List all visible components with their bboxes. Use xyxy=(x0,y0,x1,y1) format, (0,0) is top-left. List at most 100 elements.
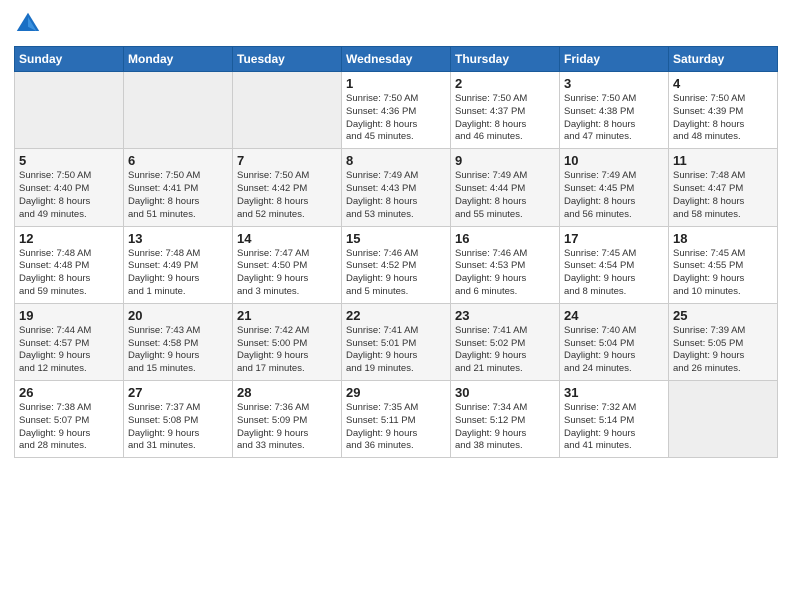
day-info: Sunrise: 7:40 AM Sunset: 5:04 PM Dayligh… xyxy=(564,325,664,376)
day-info: Sunrise: 7:39 AM Sunset: 5:05 PM Dayligh… xyxy=(673,325,773,376)
day-info: Sunrise: 7:36 AM Sunset: 5:09 PM Dayligh… xyxy=(237,402,337,453)
day-info: Sunrise: 7:46 AM Sunset: 4:53 PM Dayligh… xyxy=(455,248,555,299)
day-info: Sunrise: 7:41 AM Sunset: 5:02 PM Dayligh… xyxy=(455,325,555,376)
day-cell xyxy=(669,381,778,458)
day-info: Sunrise: 7:41 AM Sunset: 5:01 PM Dayligh… xyxy=(346,325,446,376)
day-info: Sunrise: 7:42 AM Sunset: 5:00 PM Dayligh… xyxy=(237,325,337,376)
day-cell: 9 Sunrise: 7:49 AM Sunset: 4:44 PM Daylig… xyxy=(451,149,560,226)
day-number: 9 xyxy=(455,153,555,168)
day-number: 1 xyxy=(346,76,446,91)
day-cell: 26 Sunrise: 7:38 AM Sunset: 5:07 PM Dayli… xyxy=(15,381,124,458)
day-info: Sunrise: 7:50 AM Sunset: 4:36 PM Dayligh… xyxy=(346,93,446,144)
week-row-4: 26 Sunrise: 7:38 AM Sunset: 5:07 PM Dayli… xyxy=(15,381,778,458)
day-number: 10 xyxy=(564,153,664,168)
day-info: Sunrise: 7:48 AM Sunset: 4:47 PM Dayligh… xyxy=(673,170,773,221)
day-number: 14 xyxy=(237,231,337,246)
day-info: Sunrise: 7:50 AM Sunset: 4:37 PM Dayligh… xyxy=(455,93,555,144)
day-cell: 20 Sunrise: 7:43 AM Sunset: 4:58 PM Dayli… xyxy=(124,303,233,380)
day-info: Sunrise: 7:50 AM Sunset: 4:41 PM Dayligh… xyxy=(128,170,228,221)
day-info: Sunrise: 7:44 AM Sunset: 4:57 PM Dayligh… xyxy=(19,325,119,376)
day-cell: 30Sunrise: 7:34 AM Sunset: 5:12 PM Dayli… xyxy=(451,381,560,458)
day-number: 7 xyxy=(237,153,337,168)
week-row-3: 19 Sunrise: 7:44 AM Sunset: 4:57 PM Dayli… xyxy=(15,303,778,380)
week-row-0: 1 Sunrise: 7:50 AM Sunset: 4:36 PM Daylig… xyxy=(15,72,778,149)
day-cell: 18Sunrise: 7:45 AM Sunset: 4:55 PM Dayli… xyxy=(669,226,778,303)
header xyxy=(14,10,778,38)
day-number: 24 xyxy=(564,308,664,323)
day-cell: 17 Sunrise: 7:45 AM Sunset: 4:54 PM Dayli… xyxy=(560,226,669,303)
day-cell: 19 Sunrise: 7:44 AM Sunset: 4:57 PM Dayli… xyxy=(15,303,124,380)
day-cell xyxy=(233,72,342,149)
day-cell: 5 Sunrise: 7:50 AM Sunset: 4:40 PM Daylig… xyxy=(15,149,124,226)
day-number: 4 xyxy=(673,76,773,91)
logo-icon xyxy=(14,10,42,38)
day-cell: 13Sunrise: 7:48 AM Sunset: 4:49 PM Dayli… xyxy=(124,226,233,303)
day-cell: 11Sunrise: 7:48 AM Sunset: 4:47 PM Dayli… xyxy=(669,149,778,226)
day-info: Sunrise: 7:45 AM Sunset: 4:55 PM Dayligh… xyxy=(673,248,773,299)
day-info: Sunrise: 7:38 AM Sunset: 5:07 PM Dayligh… xyxy=(19,402,119,453)
day-info: Sunrise: 7:35 AM Sunset: 5:11 PM Dayligh… xyxy=(346,402,446,453)
day-cell: 22 Sunrise: 7:41 AM Sunset: 5:01 PM Dayli… xyxy=(342,303,451,380)
page: SundayMondayTuesdayWednesdayThursdayFrid… xyxy=(0,0,792,612)
day-number: 25 xyxy=(673,308,773,323)
day-cell: 23Sunrise: 7:41 AM Sunset: 5:02 PM Dayli… xyxy=(451,303,560,380)
day-number: 13 xyxy=(128,231,228,246)
calendar-header: SundayMondayTuesdayWednesdayThursdayFrid… xyxy=(15,47,778,72)
weekday-saturday: Saturday xyxy=(669,47,778,72)
week-row-1: 5 Sunrise: 7:50 AM Sunset: 4:40 PM Daylig… xyxy=(15,149,778,226)
day-cell: 3Sunrise: 7:50 AM Sunset: 4:38 PM Daylig… xyxy=(560,72,669,149)
day-number: 29 xyxy=(346,385,446,400)
day-cell: 6 Sunrise: 7:50 AM Sunset: 4:41 PM Daylig… xyxy=(124,149,233,226)
day-cell: 25 Sunrise: 7:39 AM Sunset: 5:05 PM Dayli… xyxy=(669,303,778,380)
day-info: Sunrise: 7:50 AM Sunset: 4:42 PM Dayligh… xyxy=(237,170,337,221)
day-info: Sunrise: 7:50 AM Sunset: 4:40 PM Dayligh… xyxy=(19,170,119,221)
day-info: Sunrise: 7:49 AM Sunset: 4:43 PM Dayligh… xyxy=(346,170,446,221)
day-number: 17 xyxy=(564,231,664,246)
day-info: Sunrise: 7:43 AM Sunset: 4:58 PM Dayligh… xyxy=(128,325,228,376)
day-number: 27 xyxy=(128,385,228,400)
day-number: 2 xyxy=(455,76,555,91)
day-info: Sunrise: 7:47 AM Sunset: 4:50 PM Dayligh… xyxy=(237,248,337,299)
calendar-body: 1 Sunrise: 7:50 AM Sunset: 4:36 PM Daylig… xyxy=(15,72,778,458)
day-number: 30 xyxy=(455,385,555,400)
day-number: 16 xyxy=(455,231,555,246)
day-number: 26 xyxy=(19,385,119,400)
day-cell: 12Sunrise: 7:48 AM Sunset: 4:48 PM Dayli… xyxy=(15,226,124,303)
day-number: 5 xyxy=(19,153,119,168)
day-info: Sunrise: 7:32 AM Sunset: 5:14 PM Dayligh… xyxy=(564,402,664,453)
weekday-thursday: Thursday xyxy=(451,47,560,72)
day-cell: 24 Sunrise: 7:40 AM Sunset: 5:04 PM Dayli… xyxy=(560,303,669,380)
day-number: 20 xyxy=(128,308,228,323)
day-cell: 4Sunrise: 7:50 AM Sunset: 4:39 PM Daylig… xyxy=(669,72,778,149)
day-number: 15 xyxy=(346,231,446,246)
day-info: Sunrise: 7:37 AM Sunset: 5:08 PM Dayligh… xyxy=(128,402,228,453)
week-row-2: 12Sunrise: 7:48 AM Sunset: 4:48 PM Dayli… xyxy=(15,226,778,303)
day-cell: 7 Sunrise: 7:50 AM Sunset: 4:42 PM Daylig… xyxy=(233,149,342,226)
day-number: 22 xyxy=(346,308,446,323)
day-info: Sunrise: 7:45 AM Sunset: 4:54 PM Dayligh… xyxy=(564,248,664,299)
day-number: 21 xyxy=(237,308,337,323)
logo xyxy=(14,10,46,38)
day-cell: 15Sunrise: 7:46 AM Sunset: 4:52 PM Dayli… xyxy=(342,226,451,303)
day-info: Sunrise: 7:49 AM Sunset: 4:44 PM Dayligh… xyxy=(455,170,555,221)
calendar: SundayMondayTuesdayWednesdayThursdayFrid… xyxy=(14,46,778,458)
day-number: 8 xyxy=(346,153,446,168)
day-cell: 2 Sunrise: 7:50 AM Sunset: 4:37 PM Daylig… xyxy=(451,72,560,149)
weekday-friday: Friday xyxy=(560,47,669,72)
weekday-wednesday: Wednesday xyxy=(342,47,451,72)
day-cell: 27 Sunrise: 7:37 AM Sunset: 5:08 PM Dayli… xyxy=(124,381,233,458)
day-cell: 21 Sunrise: 7:42 AM Sunset: 5:00 PM Dayli… xyxy=(233,303,342,380)
day-info: Sunrise: 7:49 AM Sunset: 4:45 PM Dayligh… xyxy=(564,170,664,221)
day-cell: 10 Sunrise: 7:49 AM Sunset: 4:45 PM Dayli… xyxy=(560,149,669,226)
day-cell: 8 Sunrise: 7:49 AM Sunset: 4:43 PM Daylig… xyxy=(342,149,451,226)
day-number: 28 xyxy=(237,385,337,400)
day-number: 31 xyxy=(564,385,664,400)
day-cell: 16 Sunrise: 7:46 AM Sunset: 4:53 PM Dayli… xyxy=(451,226,560,303)
day-cell: 28 Sunrise: 7:36 AM Sunset: 5:09 PM Dayli… xyxy=(233,381,342,458)
day-number: 6 xyxy=(128,153,228,168)
day-cell xyxy=(124,72,233,149)
day-number: 19 xyxy=(19,308,119,323)
weekday-sunday: Sunday xyxy=(15,47,124,72)
weekday-row: SundayMondayTuesdayWednesdayThursdayFrid… xyxy=(15,47,778,72)
day-cell: 1 Sunrise: 7:50 AM Sunset: 4:36 PM Daylig… xyxy=(342,72,451,149)
